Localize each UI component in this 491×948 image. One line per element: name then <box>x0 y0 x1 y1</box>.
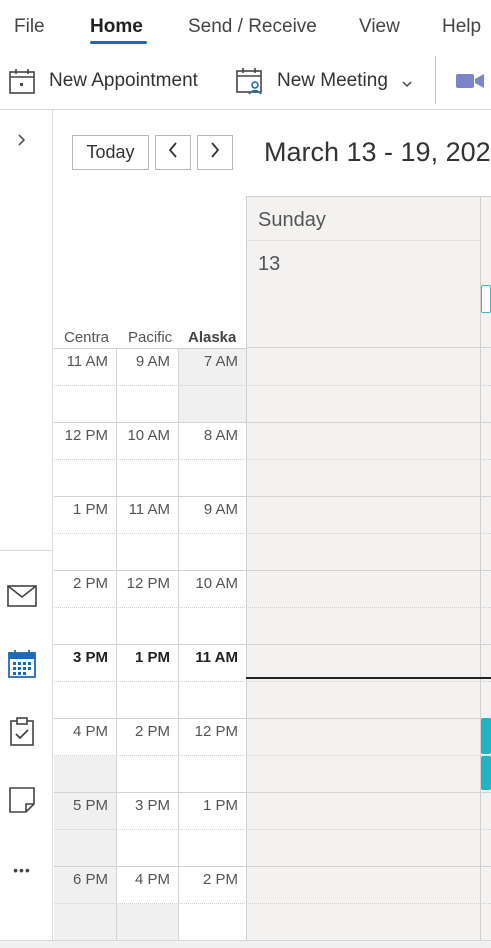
day-number: 13 <box>258 253 281 275</box>
half-hour-line <box>54 903 491 904</box>
chevron-down-icon[interactable] <box>402 76 412 88</box>
notes-nav-button[interactable] <box>6 786 38 818</box>
time-label-central: 1 PM <box>72 501 108 518</box>
time-label-alaska: 1 PM <box>202 797 238 814</box>
time-label-alaska: 11 AM <box>195 649 238 666</box>
meeting-calendar-icon <box>235 66 265 96</box>
time-label-central: 4 PM <box>72 723 108 740</box>
next-week-button[interactable] <box>197 135 233 170</box>
new-appointment-label: New Appointment <box>49 70 198 91</box>
more-apps-button[interactable]: ••• <box>6 854 38 886</box>
calendar-nav-button[interactable] <box>6 649 38 684</box>
non-working-slot <box>54 830 116 867</box>
time-label-central: 12 PM <box>64 427 108 444</box>
current-time-indicator <box>246 677 491 679</box>
time-label-alaska: 9 AM <box>203 501 238 518</box>
grid-top-line <box>246 347 491 348</box>
more-dots-icon: ••• <box>13 862 31 878</box>
time-label-central: 11 AM <box>66 353 108 370</box>
new-meeting-label: New Meeting <box>277 70 388 91</box>
hour-line <box>54 866 491 867</box>
chevron-left-icon <box>167 141 179 164</box>
time-label-pacific: 2 PM <box>134 723 170 740</box>
tab-help[interactable]: Help <box>442 16 481 38</box>
half-hour-line <box>54 385 491 386</box>
half-hour-line <box>54 829 491 830</box>
new-meeting-button[interactable]: New Meeting <box>235 64 412 98</box>
time-label-pacific: 12 PM <box>126 575 170 592</box>
chevron-right-icon <box>16 133 28 152</box>
navigation-rail: ••• <box>0 110 53 948</box>
time-label-alaska: 8 AM <box>203 427 238 444</box>
date-range-title: March 13 - 19, 202 <box>264 137 491 167</box>
chevron-right-icon <box>209 141 221 164</box>
hour-line <box>54 792 491 793</box>
ribbon-commands: New Appointment New Meeting <box>0 52 491 110</box>
active-tab-indicator <box>90 41 147 44</box>
non-working-slot <box>54 756 116 793</box>
status-bar <box>0 940 491 948</box>
hour-line <box>54 570 491 571</box>
hour-line <box>54 718 491 719</box>
half-hour-line <box>54 459 491 460</box>
timezone-header-pacific: Pacific <box>128 329 173 346</box>
time-label-central: 6 PM <box>72 871 108 888</box>
event-block[interactable] <box>481 756 491 790</box>
time-label-alaska: 7 AM <box>203 353 238 370</box>
non-working-slot <box>54 904 116 941</box>
previous-week-button[interactable] <box>155 135 191 170</box>
alaska-time-column: 7 AM 8 AM 9 AM 10 AM 11 AM 12 PM 1 PM 2 PM <box>179 349 246 941</box>
time-label-pacific: 9 AM <box>135 353 170 370</box>
pacific-time-column: 9 AM 10 AM 11 AM 12 PM 1 PM 2 PM 3 PM 4 PM <box>117 349 179 941</box>
time-label-pacific: 11 AM <box>128 501 170 518</box>
calendar-icon <box>7 649 37 684</box>
time-label-pacific: 4 PM <box>134 871 170 888</box>
expand-pane-button[interactable] <box>6 126 38 158</box>
half-hour-line <box>54 533 491 534</box>
time-label-alaska: 2 PM <box>202 871 238 888</box>
mail-icon <box>7 584 37 612</box>
central-time-column: 11 AM 12 PM 1 PM 2 PM 3 PM 4 PM 5 PM 6 PM <box>54 349 117 941</box>
time-label-pacific: 3 PM <box>134 797 170 814</box>
calendar-add-icon <box>8 67 36 95</box>
hour-line <box>54 644 491 645</box>
video-camera-icon <box>455 69 485 93</box>
half-hour-line <box>54 755 491 756</box>
time-label-alaska: 10 AM <box>195 575 238 592</box>
sticky-note-icon <box>8 786 36 819</box>
half-hour-line <box>54 681 491 682</box>
time-label-central: 5 PM <box>72 797 108 814</box>
non-working-slot <box>179 386 246 423</box>
ribbon-separator <box>435 56 436 104</box>
half-hour-line <box>54 607 491 608</box>
rail-divider <box>0 550 53 551</box>
non-working-slot <box>117 904 178 941</box>
ribbon-tabs: File Home Send / Receive View Help <box>0 0 491 52</box>
time-label-alaska: 12 PM <box>194 723 238 740</box>
day-header-separator <box>247 240 481 241</box>
time-label-central: 3 PM <box>72 649 108 666</box>
today-button[interactable]: Today <box>72 135 149 170</box>
clipboard-check-icon <box>9 716 35 752</box>
teams-meeting-button[interactable] <box>455 64 485 98</box>
time-label-central: 2 PM <box>72 575 108 592</box>
timezone-header-central: Centra <box>64 329 110 346</box>
mail-nav-button[interactable] <box>6 582 38 614</box>
timezone-header-alaska: Alaska <box>188 329 236 346</box>
tab-home[interactable]: Home <box>90 16 143 38</box>
all-day-event[interactable] <box>481 285 491 313</box>
time-label-pacific: 1 PM <box>134 649 170 666</box>
hour-line <box>54 496 491 497</box>
new-appointment-button[interactable]: New Appointment <box>8 64 198 98</box>
day-name: Sunday <box>258 209 326 231</box>
time-label-pacific: 10 AM <box>127 427 170 444</box>
event-block[interactable] <box>481 718 491 754</box>
tasks-nav-button[interactable] <box>6 716 38 752</box>
tab-file[interactable]: File <box>14 16 45 38</box>
hour-line <box>54 422 491 423</box>
tab-send-receive[interactable]: Send / Receive <box>188 16 317 38</box>
tab-view[interactable]: View <box>359 16 400 38</box>
